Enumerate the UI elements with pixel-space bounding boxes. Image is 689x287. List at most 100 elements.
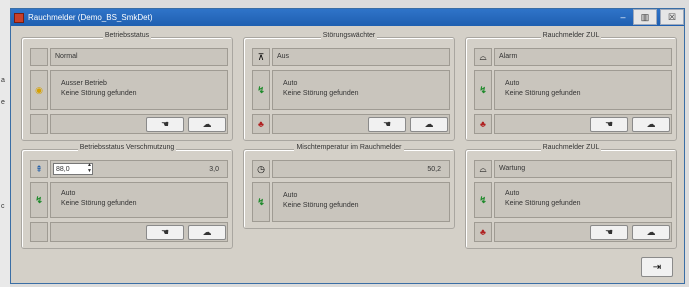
traffic-light-icon: ◉ <box>30 70 48 110</box>
ack-icon: ↯ <box>252 70 270 110</box>
hand-icon: ☚ <box>382 119 392 129</box>
restore-button[interactable]: ▥ <box>633 9 657 25</box>
group-title: Rauchmelder ZUL <box>540 144 602 151</box>
cloud-button[interactable]: ☁ <box>632 117 670 132</box>
spin-arrows[interactable]: ▲ ▼ <box>87 162 92 174</box>
clock-icon: ◷ <box>252 160 270 178</box>
ack-icon: ↯ <box>474 182 492 218</box>
status-field: Aus <box>272 48 450 66</box>
reset-icon: ⇞ <box>30 160 48 178</box>
message-box: Auto Keine Störung gefunden <box>272 182 450 222</box>
bell-icon: ♣ <box>252 114 270 134</box>
detector-icon: ⌓ <box>474 48 492 66</box>
hand-button[interactable]: ☚ <box>368 117 406 132</box>
group-stoerungswaechter: Störungswächter ⊼ Aus ↯ Auto Keine Störu… <box>243 32 455 141</box>
rauchmelder-window: Rauchmelder (Demo_BS_SmkDet) – ▥ ☒ Betri… <box>10 8 685 284</box>
message-line-2: Keine Störung gefunden <box>283 202 359 209</box>
exit-icon: ⇥ <box>652 261 662 273</box>
edge-text-3: c <box>1 203 5 210</box>
status-value: Normal <box>55 53 78 60</box>
message-box: Auto Keine Störung gefunden <box>494 70 672 110</box>
message-line-1: Auto <box>505 190 520 197</box>
group-title: Störungswächter <box>320 32 378 39</box>
hand-icon: ☚ <box>160 119 170 129</box>
switch-icon: ⊼ <box>252 48 270 66</box>
group-rauchmelder-zul-alarm: Rauchmelder ZUL ⌓ Alarm ↯ Auto Keine Stö… <box>465 32 677 141</box>
message-line-1: Ausser Betrieb <box>61 80 107 87</box>
bell-glyph: ♣ <box>480 227 486 237</box>
status-value: Aus <box>277 53 290 60</box>
ack-icon: ↯ <box>30 182 48 218</box>
status-field: Wartung <box>494 160 672 178</box>
spin-down-icon[interactable]: ▼ <box>87 168 92 174</box>
ack-glyph: ↯ <box>35 194 43 205</box>
ack-glyph: ↯ <box>257 196 265 207</box>
empty-icon-box <box>30 222 48 242</box>
status-icon-box <box>30 48 48 66</box>
cloud-button[interactable]: ☁ <box>188 225 226 240</box>
message-line-1: Auto <box>283 192 298 199</box>
hand-button[interactable]: ☚ <box>590 225 628 240</box>
bell-icon: ♣ <box>474 114 492 134</box>
minimize-button[interactable]: – <box>616 9 630 25</box>
group-title: Betriebsstatus <box>102 32 152 39</box>
reset-glyph: ⇞ <box>35 163 43 174</box>
exit-button[interactable]: ⇥ <box>641 257 673 277</box>
hand-button[interactable]: ☚ <box>146 117 184 132</box>
spin-value: 88,0 <box>56 165 70 173</box>
bell-glyph: ♣ <box>480 119 486 129</box>
hand-button[interactable]: ☚ <box>590 117 628 132</box>
group-betriebsstatus: Betriebsstatus Normal ◉ Ausser Betrieb K… <box>21 32 233 141</box>
message-line-1: Auto <box>61 190 76 197</box>
message-line-2: Keine Störung gefunden <box>61 90 137 97</box>
value-row: 88,0 ▲ ▼ 3,0 <box>50 160 228 178</box>
window-title: Rauchmelder (Demo_BS_SmkDet) <box>28 13 153 22</box>
edge-text-2: e <box>1 99 5 106</box>
group-title: Rauchmelder ZUL <box>540 32 602 39</box>
background-desktop-strip: a e c <box>0 0 10 287</box>
bell-icon: ♣ <box>474 222 492 242</box>
group-title: Betriebsstatus Verschmutzung <box>77 144 177 151</box>
cloud-icon: ☁ <box>202 119 212 129</box>
cloud-button[interactable]: ☁ <box>410 117 448 132</box>
cloud-icon: ☁ <box>424 119 434 129</box>
cloud-button[interactable]: ☁ <box>188 117 226 132</box>
status-field: Alarm <box>494 48 672 66</box>
window-buttons: – ▥ ☒ <box>613 9 684 26</box>
cloud-icon: ☁ <box>646 119 656 129</box>
cloud-icon: ☁ <box>646 227 656 237</box>
edge-text-1: a <box>1 77 5 84</box>
cloud-button[interactable]: ☁ <box>632 225 670 240</box>
group-mischtemperatur: Mischtemperatur im Rauchmelder ◷ 50,2 ↯ … <box>243 144 455 229</box>
switch-glyph: ⊼ <box>257 51 265 62</box>
detector-glyph: ⌓ <box>479 51 487 62</box>
ack-glyph: ↯ <box>257 84 265 95</box>
message-line-2: Keine Störung gefunden <box>505 200 581 207</box>
temperature-value: 50,2 <box>427 166 441 173</box>
group-betriebsstatus-verschmutzung: Betriebsstatus Verschmutzung ⇞ 88,0 ▲ ▼ 3… <box>21 144 233 249</box>
message-box: Auto Keine Störung gefunden <box>494 182 672 218</box>
detector-icon: ⌓ <box>474 160 492 178</box>
title-bar[interactable]: Rauchmelder (Demo_BS_SmkDet) – ▥ ☒ <box>11 9 684 26</box>
status-field: Normal <box>50 48 228 66</box>
ack-icon: ↯ <box>252 182 270 222</box>
verschmutzung-value: 3,0 <box>209 166 219 173</box>
traffic-glyph: ◉ <box>35 84 43 95</box>
screen: a e c Rauchmelder (Demo_BS_SmkDet) – ▥ ☒… <box>0 0 689 287</box>
group-title: Mischtemperatur im Rauchmelder <box>294 144 404 151</box>
message-box: Auto Keine Störung gefunden <box>50 182 228 218</box>
ack-glyph: ↯ <box>479 84 487 95</box>
hand-button[interactable]: ☚ <box>146 225 184 240</box>
ack-icon: ↯ <box>474 70 492 110</box>
message-box: Auto Keine Störung gefunden <box>272 70 450 110</box>
clock-glyph: ◷ <box>257 163 265 174</box>
ack-glyph: ↯ <box>479 194 487 205</box>
hand-icon: ☚ <box>604 119 614 129</box>
close-button[interactable]: ☒ <box>660 9 684 25</box>
cloud-icon: ☁ <box>202 227 212 237</box>
value-row: 50,2 <box>272 160 450 178</box>
status-value: Wartung <box>499 165 526 172</box>
detector-glyph: ⌓ <box>479 163 487 174</box>
group-rauchmelder-zul-wartung: Rauchmelder ZUL ⌓ Wartung ↯ Auto Keine S… <box>465 144 677 249</box>
message-box: Ausser Betrieb Keine Störung gefunden <box>50 70 228 110</box>
